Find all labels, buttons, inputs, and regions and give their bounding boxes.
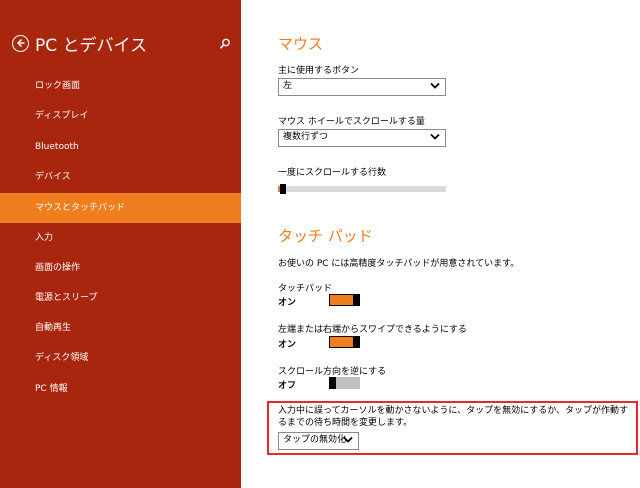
reverse-scroll-state: オフ	[278, 381, 297, 391]
edge-swipe-toggle-switch[interactable]	[329, 336, 360, 348]
search-icon[interactable]	[218, 36, 232, 50]
sidebar-item-lock-screen[interactable]: ロック画面	[0, 71, 241, 101]
edge-swipe-label: 左端または右端からスワイプできるようにする	[278, 325, 467, 335]
tap-delay-select[interactable]: タップの無効化	[278, 432, 359, 450]
toggle-knob	[353, 336, 360, 348]
touchpad-section-title: タッチ パッド	[278, 227, 373, 245]
touchpad-toggle-state: オン	[278, 298, 297, 308]
edge-swipe-state: オン	[278, 340, 297, 350]
back-arrow-icon[interactable]	[12, 34, 29, 52]
chevron-down-icon	[343, 436, 353, 443]
touchpad-toggle-label: タッチパッド	[278, 284, 333, 294]
page-title: PC とデバイス	[35, 35, 148, 56]
tap-delay-value: タップの無効化	[283, 435, 347, 445]
wheel-scroll-value: 複数行ずつ	[283, 132, 329, 142]
sidebar-item-typing[interactable]: 入力	[0, 223, 241, 253]
wheel-scroll-select[interactable]: 複数行ずつ	[278, 129, 446, 147]
touchpad-toggle-switch[interactable]	[329, 294, 360, 306]
primary-button-value: 左	[283, 81, 293, 91]
reverse-scroll-label: スクロール方向を逆にする	[278, 367, 387, 377]
settings-content: マウス 主に使用するボタン 左 マウス ホイールでスクロールする量 複数行ずつ …	[241, 0, 640, 488]
wheel-scroll-label: マウス ホイールでスクロールする量	[278, 117, 425, 127]
sidebar-item-corners-edges[interactable]: 画面の操作	[0, 253, 241, 283]
toggle-knob	[353, 294, 360, 306]
reverse-scroll-toggle-switch[interactable]	[329, 377, 360, 389]
toggle-knob	[329, 377, 336, 389]
sidebar-item-autoplay[interactable]: 自動再生	[0, 313, 241, 343]
sidebar: PC とデバイス ロック画面 ディスプレイ Bluetooth デバイス マウス…	[0, 0, 241, 488]
primary-button-select[interactable]: 左	[278, 78, 446, 96]
chevron-down-icon	[430, 133, 440, 140]
sidebar-item-disk-space[interactable]: ディスク領域	[0, 343, 241, 373]
lines-to-scroll-slider[interactable]	[278, 186, 446, 192]
tap-delay-description: 入力中に誤ってカーソルを動かさないように、タップを無効にするか、タップが作動する…	[278, 406, 629, 428]
primary-button-label: 主に使用するボタン	[278, 66, 360, 76]
sidebar-item-bluetooth[interactable]: Bluetooth	[0, 132, 241, 162]
slider-thumb[interactable]	[280, 184, 287, 194]
sidebar-item-devices[interactable]: デバイス	[0, 162, 241, 192]
sidebar-item-power-sleep[interactable]: 電源とスリープ	[0, 283, 241, 313]
sidebar-header: PC とデバイス	[12, 31, 232, 56]
sidebar-item-display[interactable]: ディスプレイ	[0, 101, 241, 131]
mouse-section-title: マウス	[278, 35, 324, 53]
touchpad-description: お使いの PC には高精度タッチパッドが用意されています。	[278, 259, 520, 269]
chevron-down-icon	[430, 82, 440, 89]
sidebar-item-pc-info[interactable]: PC 情報	[0, 374, 241, 404]
sidebar-item-mouse-touchpad[interactable]: マウスとタッチパッド	[0, 193, 241, 223]
lines-to-scroll-label: 一度にスクロールする行数	[278, 168, 387, 178]
